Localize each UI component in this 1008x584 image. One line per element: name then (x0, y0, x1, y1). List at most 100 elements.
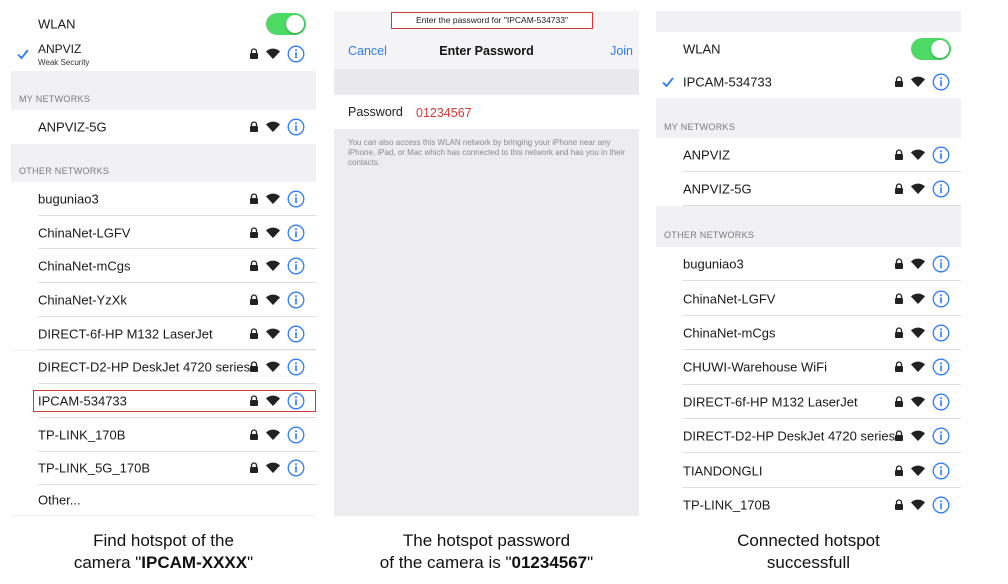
network-row[interactable]: ChinaNet-mCgs (11, 249, 316, 284)
wifi-icon (911, 76, 925, 87)
info-icon[interactable] (932, 358, 950, 376)
info-icon[interactable] (287, 257, 305, 275)
wifi-icon (911, 258, 925, 270)
network-row[interactable]: TIANDONGLI (656, 453, 961, 488)
other-networks-title: OTHER NETWORKS (19, 166, 110, 176)
lock-icon (895, 292, 903, 304)
join-button[interactable]: Join (610, 44, 633, 58)
wlan-toggle-row: WLAN (11, 11, 316, 37)
caption-line: successfull (766, 553, 851, 572)
wifi-icon (266, 361, 280, 373)
network-row[interactable]: buguniao3 (11, 182, 316, 216)
password-nav-bar: Enter the password for "IPCAM-534733" Ca… (334, 11, 639, 69)
other-network-label: Other... (38, 492, 81, 508)
info-icon[interactable] (287, 291, 305, 309)
wifi-icon (911, 183, 925, 194)
caption-step-2: The hotspot password of the camera is "0… (334, 530, 639, 574)
network-name: TIANDONGLI (683, 463, 763, 479)
info-icon[interactable] (932, 73, 950, 91)
lock-icon (895, 361, 903, 373)
network-row[interactable]: ChinaNet-mCgs (656, 315, 961, 351)
lock-icon (895, 183, 903, 194)
wifi-icon (911, 396, 925, 407)
lock-icon (250, 429, 258, 440)
wlan-list-panel-after: WLAN IPCAM-534733 MY NETWORKS ANPVIZ ANPV… (656, 11, 961, 516)
network-name: ChinaNet-LGFV (683, 291, 776, 307)
wlan-toggle[interactable] (911, 38, 951, 60)
lock-icon (895, 76, 903, 87)
enter-password-title: Enter Password (439, 44, 534, 58)
password-sharing-note: You can also access this WLAN network by… (348, 138, 626, 167)
lock-icon (250, 361, 258, 373)
info-icon[interactable] (932, 496, 950, 514)
connected-network-security: Weak Security (38, 58, 90, 67)
network-row[interactable]: DIRECT-D2-HP DeskJet 4720 series (11, 350, 316, 385)
info-icon[interactable] (287, 426, 305, 444)
caption-line: Find hotspot of the (93, 531, 234, 550)
info-icon[interactable] (287, 190, 305, 208)
network-row[interactable]: DIRECT-D2-HP DeskJet 4720 series (656, 419, 961, 454)
network-row[interactable]: CHUWI-Warehouse WiFi (656, 350, 961, 385)
wlan-label: WLAN (683, 41, 721, 57)
info-icon[interactable] (932, 290, 950, 308)
network-name: ChinaNet-mCgs (683, 325, 776, 341)
info-icon[interactable] (932, 324, 950, 342)
connected-network-row[interactable]: IPCAM-534733 (656, 66, 961, 98)
info-icon[interactable] (287, 358, 305, 376)
network-row[interactable]: TP-LINK_170B (656, 487, 961, 516)
wifi-icon (911, 362, 925, 373)
info-icon[interactable] (932, 255, 950, 273)
wlan-toggle-row: WLAN (656, 32, 961, 66)
info-icon[interactable] (287, 118, 305, 136)
caption-line: Connected hotspot (737, 531, 880, 550)
network-row[interactable]: ChinaNet-LGFV (11, 215, 316, 250)
network-row[interactable]: ChinaNet-LGFV (656, 281, 961, 316)
network-name: ChinaNet-YzXk (38, 292, 127, 308)
wifi-icon (266, 463, 280, 474)
info-icon[interactable] (932, 427, 950, 445)
lock-icon (250, 328, 258, 339)
network-row[interactable]: buguniao3 (656, 247, 961, 282)
lock-icon (895, 258, 903, 270)
wifi-icon (266, 328, 280, 339)
info-icon[interactable] (932, 462, 950, 480)
caption-line: The hotspot password (402, 531, 571, 550)
network-row[interactable]: ANPVIZ (656, 138, 961, 172)
lock-icon (250, 260, 258, 272)
wifi-icon (266, 260, 280, 272)
network-row[interactable]: TP-LINK_5G_170B (11, 451, 316, 486)
connected-network-row[interactable]: ANPVIZ Weak Security (11, 37, 316, 71)
network-name: CHUWI-Warehouse WiFi (683, 359, 827, 375)
wlan-toggle[interactable] (266, 13, 306, 35)
wifi-icon (911, 430, 925, 442)
other-network-row[interactable]: Other... (11, 485, 316, 516)
caption-step-1: Find hotspot of the camera "IPCAM-XXXX" (11, 530, 316, 574)
network-row[interactable]: ANPVIZ-5G (11, 110, 316, 144)
network-name: DIRECT-D2-HP DeskJet 4720 series (683, 428, 896, 444)
wifi-icon (266, 429, 280, 440)
network-name: ANPVIZ-5G (38, 119, 107, 135)
network-row[interactable]: DIRECT-6f-HP M132 LaserJet (11, 316, 316, 351)
network-row[interactable]: ChinaNet-YzXk (11, 283, 316, 317)
network-row[interactable]: TP-LINK_170B (11, 417, 316, 452)
info-icon[interactable] (932, 393, 950, 411)
network-name: TP-LINK_170B (38, 427, 126, 443)
wifi-icon (911, 499, 925, 510)
network-name: buguniao3 (38, 191, 99, 207)
network-row[interactable]: ANPVIZ-5G (656, 172, 961, 206)
info-icon[interactable] (287, 459, 305, 477)
info-icon[interactable] (287, 45, 305, 63)
network-name: TP-LINK_5G_170B (38, 460, 151, 476)
network-row[interactable]: DIRECT-6f-HP M132 LaserJet (656, 384, 961, 419)
info-icon[interactable] (287, 224, 305, 242)
wifi-icon (911, 465, 925, 476)
checkmark-icon (17, 49, 29, 60)
password-field[interactable]: 01234567 (416, 106, 472, 120)
info-icon[interactable] (932, 146, 950, 164)
info-icon[interactable] (932, 180, 950, 198)
wifi-icon (266, 193, 280, 204)
network-name: DIRECT-6f-HP M132 LaserJet (683, 394, 858, 410)
info-icon[interactable] (287, 325, 305, 343)
password-row[interactable]: Password 01234567 (334, 95, 639, 129)
lock-icon (895, 464, 903, 476)
